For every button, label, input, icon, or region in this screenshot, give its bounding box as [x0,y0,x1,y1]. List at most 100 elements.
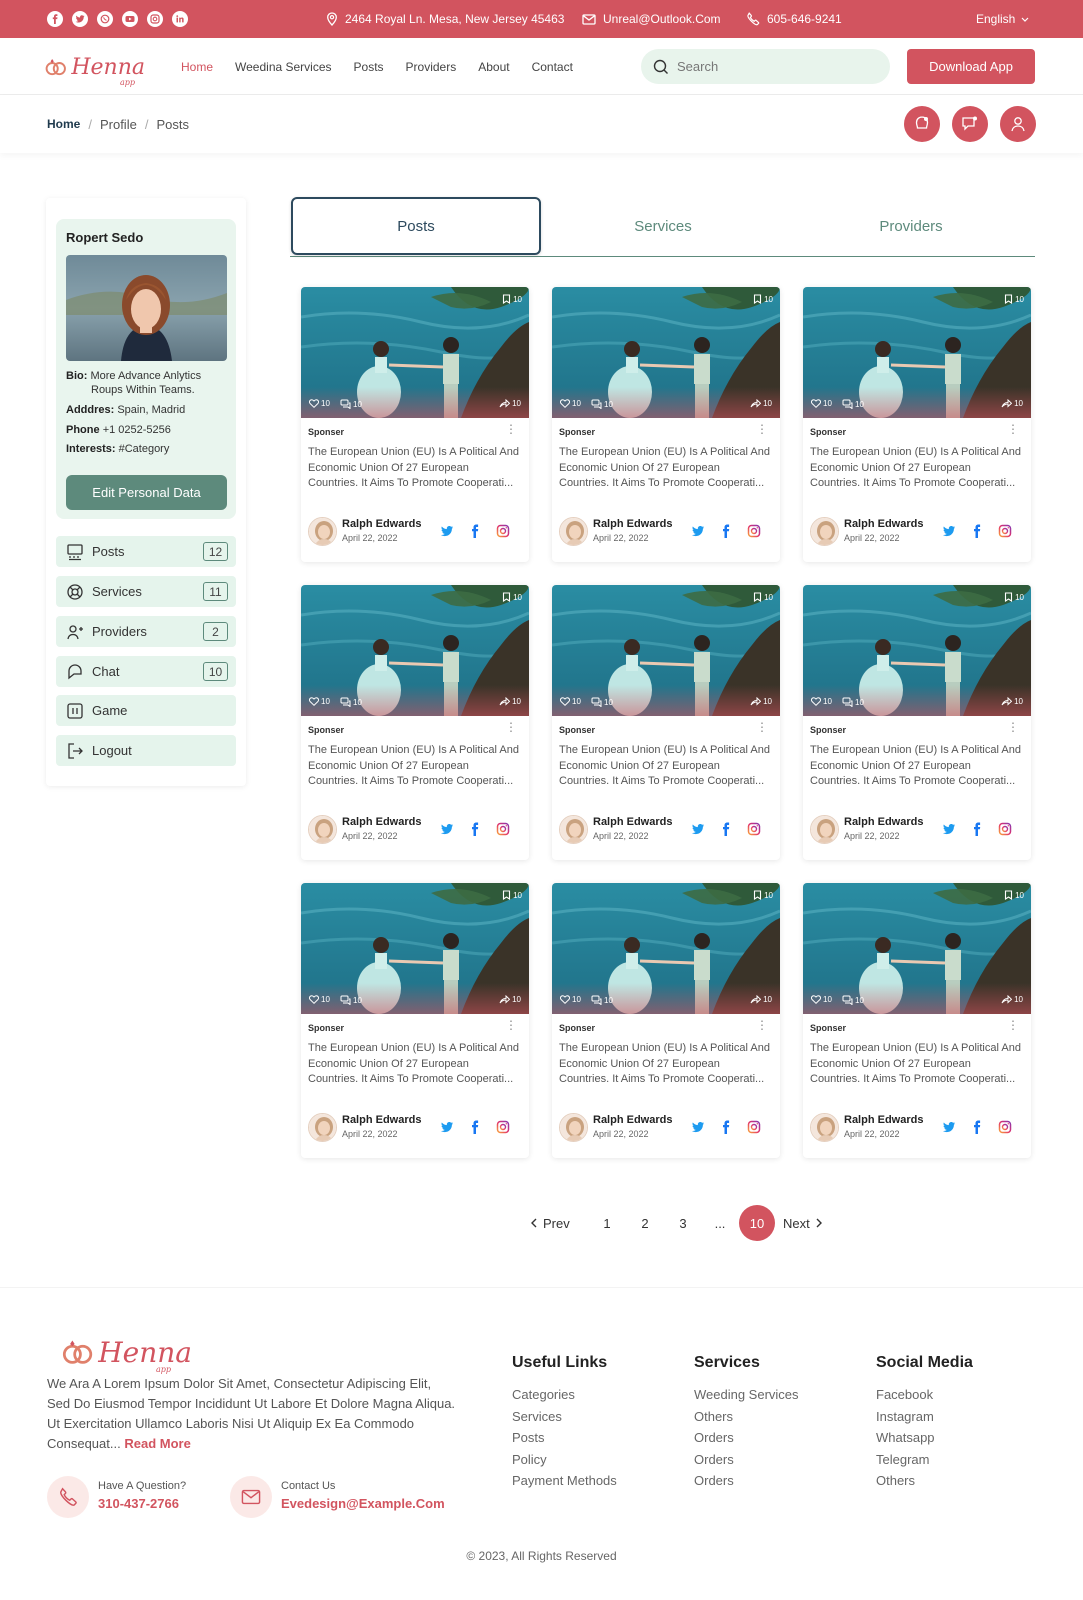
footer-service-item[interactable]: Orders [694,1470,799,1492]
avatar[interactable] [308,517,337,546]
edit-personal-data-button[interactable]: Edit Personal Data [66,475,227,510]
bookmark-button[interactable]: 10 [1004,294,1024,304]
post-image[interactable] [552,287,780,418]
footer-service-item[interactable]: Weeding Services [694,1384,799,1406]
footer-logo[interactable]: Henna app [62,1332,192,1374]
footer-service-item[interactable]: Others [694,1406,799,1428]
question-phone[interactable]: 310-437-2766 [98,1496,179,1511]
more-options-icon[interactable]: ⋮ [756,1019,768,1031]
share-button[interactable]: 10 [499,697,521,706]
nav-about[interactable]: About [478,60,509,74]
author-name[interactable]: Ralph Edwards [844,518,923,530]
post-card[interactable]: 10 10 10 10 Sponser ⋮ The European Union (EU) … [552,287,780,562]
page-2[interactable]: 2 [638,1204,652,1242]
footer-social-facebook[interactable]: Facebook [876,1384,973,1406]
facebook-icon[interactable] [47,11,63,27]
twitter-icon[interactable] [440,1120,454,1134]
nav-providers[interactable]: Providers [406,60,457,74]
footer-social-others[interactable]: Others [876,1470,973,1492]
footer-service-item[interactable]: Orders [694,1427,799,1449]
page-current[interactable]: 10 [739,1205,775,1241]
comment-button[interactable]: 10 [591,995,613,1005]
like-button[interactable]: 10 [560,697,581,706]
bookmark-button[interactable]: 10 [1004,592,1024,602]
email-info[interactable]: Unreal@Outlook.Com [582,0,721,38]
post-image[interactable] [803,287,1031,418]
bookmark-button[interactable]: 10 [502,890,522,900]
tab-services[interactable]: Services [538,197,788,255]
whatsapp-icon[interactable] [97,11,113,27]
comment-button[interactable]: 10 [340,995,362,1005]
sidebar-item-game[interactable]: Game [56,695,236,726]
instagram-icon[interactable] [998,524,1012,538]
language-select[interactable]: English [976,0,1029,38]
instagram-icon[interactable] [747,524,761,538]
post-card[interactable]: 10 10 10 10 Sponser ⋮ The European Union (EU) … [803,287,1031,562]
facebook-icon[interactable] [468,822,482,836]
nav-home[interactable]: Home [181,60,213,74]
facebook-icon[interactable] [719,822,733,836]
like-button[interactable]: 10 [560,399,581,408]
twitter-icon[interactable] [440,822,454,836]
account-button[interactable] [1000,106,1036,142]
footer-social-whatsapp[interactable]: Whatsapp [876,1427,973,1449]
post-image[interactable] [301,883,529,1014]
comment-button[interactable]: 10 [842,399,864,409]
email-contact[interactable]: Contact Us Evedesign@Example.Com [230,1476,460,1520]
instagram-icon[interactable] [496,822,510,836]
facebook-icon[interactable] [468,1120,482,1134]
youtube-icon[interactable] [122,11,138,27]
twitter-icon[interactable] [942,1120,956,1134]
share-button[interactable]: 10 [750,399,772,408]
author-name[interactable]: Ralph Edwards [844,1114,923,1126]
avatar[interactable] [810,517,839,546]
more-options-icon[interactable]: ⋮ [505,1019,517,1031]
post-image[interactable] [803,883,1031,1014]
more-options-icon[interactable]: ⋮ [756,423,768,435]
bookmark-button[interactable]: 10 [753,592,773,602]
phone-info[interactable]: 605-646-9241 [746,0,842,38]
footer-link-posts[interactable]: Posts [512,1427,617,1449]
like-button[interactable]: 10 [309,995,330,1004]
post-card[interactable]: 10 10 10 10 Sponser ⋮ The European Union (EU) … [301,287,529,562]
search-input[interactable] [677,59,857,74]
more-options-icon[interactable]: ⋮ [756,721,768,733]
tab-posts[interactable]: Posts [291,197,541,255]
facebook-icon[interactable] [719,1120,733,1134]
share-button[interactable]: 10 [499,995,521,1004]
bookmark-button[interactable]: 10 [753,294,773,304]
breadcrumb-home[interactable]: Home [47,117,80,131]
comment-button[interactable]: 10 [591,399,613,409]
prev-page-button[interactable]: Prev [530,1204,570,1242]
share-button[interactable]: 10 [750,995,772,1004]
nav-posts[interactable]: Posts [354,60,384,74]
sidebar-item-chat[interactable]: Chat 10 [56,656,236,687]
comment-button[interactable]: 10 [842,697,864,707]
avatar[interactable] [559,517,588,546]
comment-button[interactable]: 10 [591,697,613,707]
footer-service-item[interactable]: Orders [694,1449,799,1471]
avatar[interactable] [308,815,337,844]
bookmark-button[interactable]: 10 [753,890,773,900]
nav-wedding-services[interactable]: Weedina Services [235,60,332,74]
post-image[interactable] [552,585,780,716]
share-button[interactable]: 10 [1001,399,1023,408]
more-options-icon[interactable]: ⋮ [1007,721,1019,733]
author-name[interactable]: Ralph Edwards [342,1114,421,1126]
twitter-icon[interactable] [440,524,454,538]
sidebar-item-providers[interactable]: Providers 2 [56,616,236,647]
author-name[interactable]: Ralph Edwards [844,816,923,828]
more-options-icon[interactable]: ⋮ [1007,423,1019,435]
linkedin-icon[interactable] [172,11,188,27]
bookmark-button[interactable]: 10 [502,294,522,304]
footer-link-policy[interactable]: Policy [512,1449,617,1471]
share-button[interactable]: 10 [1001,697,1023,706]
facebook-icon[interactable] [970,1120,984,1134]
share-button[interactable]: 10 [750,697,772,706]
post-card[interactable]: 10 10 10 10 Sponser ⋮ The European Union (EU) … [552,585,780,860]
instagram-icon[interactable] [747,822,761,836]
footer-link-categories[interactable]: Categories [512,1384,617,1406]
post-card[interactable]: 10 10 10 10 Sponser ⋮ The European Union (EU) … [301,585,529,860]
author-name[interactable]: Ralph Edwards [342,816,421,828]
instagram-icon[interactable] [496,524,510,538]
